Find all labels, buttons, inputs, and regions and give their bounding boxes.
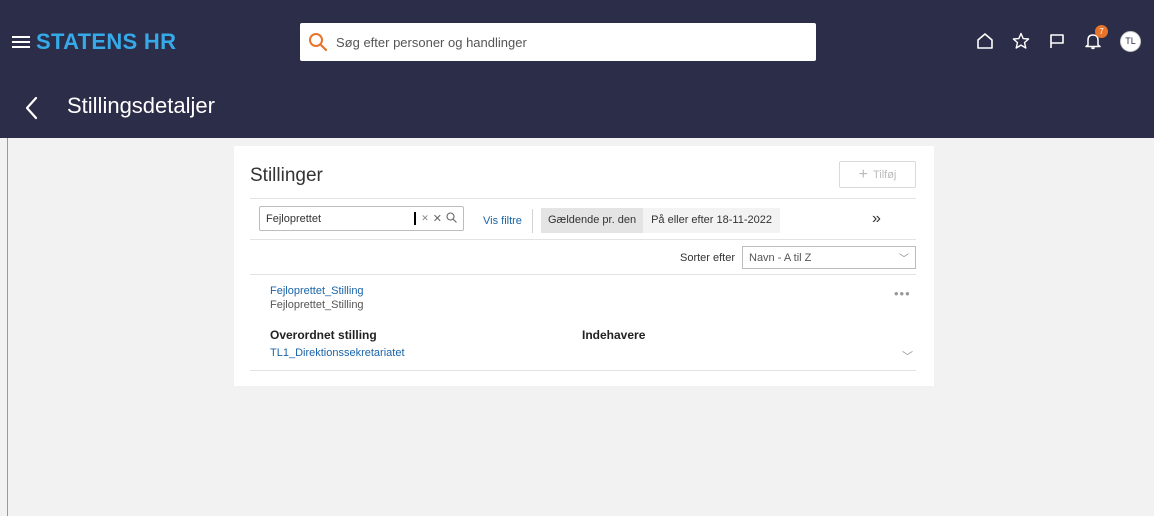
header-icons: 7 TL <box>972 25 1154 54</box>
filter-input[interactable] <box>266 212 416 225</box>
effective-date-label: Gældende pr. den <box>541 208 644 233</box>
double-chevron-right-icon[interactable]: » <box>872 210 881 228</box>
divider <box>250 239 916 240</box>
flag-icon[interactable] <box>1044 28 1070 54</box>
global-search[interactable] <box>300 23 816 61</box>
divider <box>250 274 916 275</box>
chevron-down-icon: ﹀ <box>899 254 909 265</box>
menu-icon[interactable] <box>12 35 30 49</box>
brand-logo-text[interactable]: STATENS HR <box>36 29 176 55</box>
positions-card: Stillinger + Tilføj ✕ ✕ Vis filtre Gælde… <box>234 146 934 386</box>
avatar[interactable]: TL <box>1120 30 1141 52</box>
add-button-label: Tilføj <box>872 168 897 181</box>
back-arrow-icon[interactable] <box>22 95 42 121</box>
show-filters-link[interactable]: Vis filtre <box>483 215 522 227</box>
position-title-link[interactable]: Fejloprettet_Stilling <box>270 285 364 297</box>
clear-small-icon[interactable]: ✕ <box>421 213 429 224</box>
left-divider <box>7 138 8 516</box>
brand: STATENS HR <box>12 29 176 55</box>
sort-select[interactable]: Navn - A til Z ﹀ <box>742 246 916 269</box>
chevron-down-icon[interactable]: ﹀ <box>902 348 913 364</box>
page-header: Stillingsdetaljer <box>0 78 1154 138</box>
filter-search-field[interactable]: ✕ ✕ <box>259 206 464 231</box>
parent-position-link[interactable]: TL1_Direktionssekretariatet <box>270 347 405 359</box>
card-title: Stillinger <box>250 165 323 186</box>
text-cursor <box>414 212 416 225</box>
divider <box>250 370 916 371</box>
add-button[interactable]: + Tilføj <box>839 161 916 188</box>
page-title: Stillingsdetaljer <box>67 93 215 118</box>
holders-label: Indehavere <box>582 328 646 342</box>
parent-position-label: Overordnet stilling <box>270 328 377 342</box>
divider <box>250 198 916 199</box>
sort-select-value: Navn - A til Z <box>749 251 812 264</box>
top-header: STATENS HR 7 TL <box>0 0 1154 78</box>
filter-input-icons: ✕ ✕ <box>421 211 457 226</box>
sort-label: Sorter efter <box>680 252 736 264</box>
search-icon[interactable] <box>446 211 457 226</box>
effective-date-value[interactable]: På eller efter 18-11-2022 <box>643 208 780 233</box>
divider <box>532 209 533 233</box>
search-input[interactable] <box>336 34 796 50</box>
home-icon[interactable] <box>972 28 998 54</box>
effective-date-filter[interactable]: Gældende pr. den På eller efter 18-11-20… <box>541 208 780 233</box>
position-subtitle: Fejloprettet_Stilling <box>270 299 364 311</box>
search-icon <box>309 33 328 52</box>
notification-badge: 7 <box>1095 25 1108 38</box>
plus-icon: + <box>858 165 868 183</box>
star-icon[interactable] <box>1008 28 1034 54</box>
notification-bell-icon[interactable]: 7 <box>1080 25 1108 54</box>
more-actions-icon[interactable]: ••• <box>894 286 911 301</box>
clear-icon[interactable]: ✕ <box>433 212 442 225</box>
